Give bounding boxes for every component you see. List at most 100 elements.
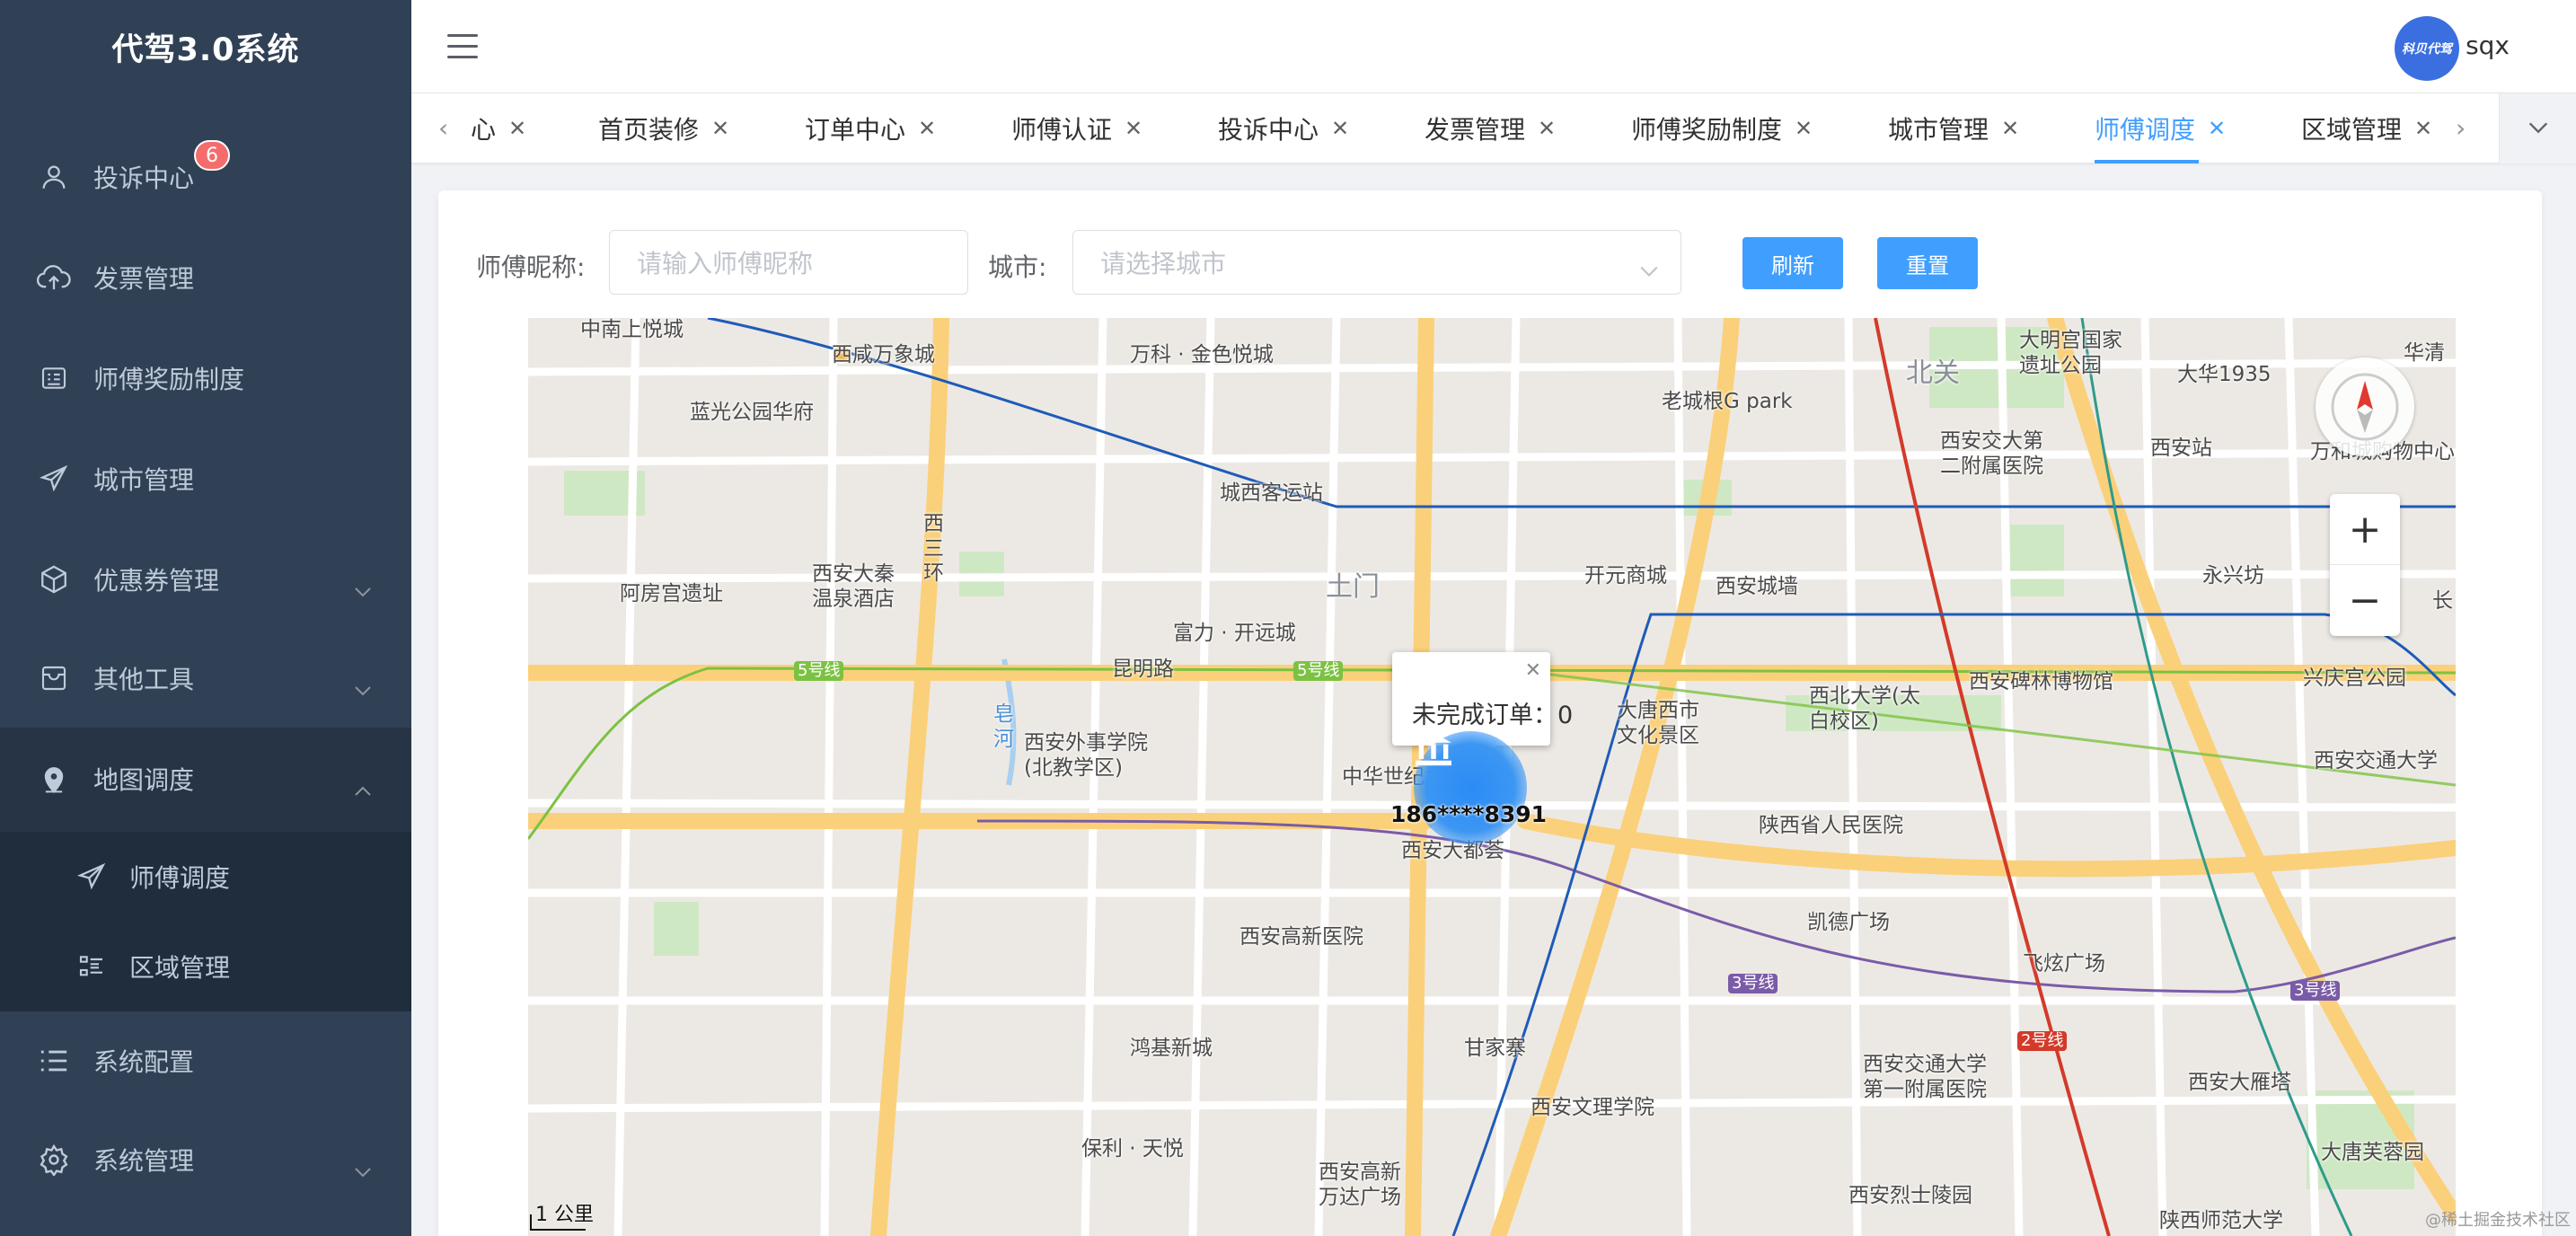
- tab-item[interactable]: 师傅认证 ✕: [1011, 93, 1142, 163]
- nickname-input[interactable]: 请输入师傅昵称: [609, 230, 968, 295]
- send-icon: [36, 461, 72, 497]
- map-scale: 1 公里: [530, 1198, 594, 1231]
- zoom-out-button[interactable]: −: [2330, 565, 2400, 636]
- zoom-in-button[interactable]: +: [2330, 494, 2400, 565]
- tab-item[interactable]: 城市管理 ✕: [1888, 93, 2019, 163]
- close-icon[interactable]: ✕: [2208, 116, 2226, 141]
- map-label: 陕西师范大学: [2159, 1209, 2283, 1232]
- app-title: 代驾3.0系统: [111, 31, 300, 68]
- map-label: 西安大雁塔: [2188, 1071, 2291, 1094]
- chevron-left-icon[interactable]: ‹: [438, 113, 448, 143]
- location-icon: [36, 761, 72, 797]
- gear-icon: [36, 1142, 72, 1178]
- metro-line-tag: 5号线: [794, 661, 844, 681]
- chevron-down-icon: [354, 574, 372, 604]
- cloud-upload-icon: [36, 260, 72, 296]
- sidebar-item-system-management[interactable]: 系统管理: [0, 1110, 411, 1209]
- map-label: 永兴坊: [2202, 564, 2264, 587]
- top-header: 科贝代驾 sqx: [411, 0, 2576, 93]
- driver-marker[interactable]: [1414, 731, 1527, 844]
- tab-item[interactable]: 订单中心 ✕: [805, 93, 936, 163]
- map-label: 西咸万象城: [832, 343, 935, 366]
- close-icon[interactable]: ✕: [2001, 116, 2019, 141]
- tab-item[interactable]: 师傅奖励制度 ✕: [1631, 93, 1813, 163]
- chevron-right-icon[interactable]: ›: [2456, 113, 2466, 143]
- sidebar-item-label: 师傅奖励制度: [93, 365, 245, 394]
- sidebar-item-label: 其他工具: [93, 665, 195, 694]
- map-canvas[interactable]: 中南上悦城 西咸万象城 万科 · 金色悦城 老城根G park 北关 大明宫国家…: [528, 318, 2456, 1236]
- tab-item[interactable]: 首页装修 ✕: [598, 93, 729, 163]
- sidebar-item-map-dispatch[interactable]: 地图调度: [0, 729, 411, 828]
- sidebar-item-cities[interactable]: 城市管理: [0, 429, 411, 528]
- close-icon[interactable]: ✕: [1538, 116, 1556, 141]
- close-icon[interactable]: ✕: [2414, 116, 2432, 141]
- close-icon[interactable]: ✕: [1331, 116, 1349, 141]
- map-label: 土门: [1326, 571, 1380, 603]
- sidebar-item-label: 系统管理: [93, 1146, 195, 1176]
- close-icon[interactable]: ✕: [711, 116, 729, 141]
- tab-item[interactable]: 投诉中心 ✕: [1218, 93, 1349, 163]
- close-icon[interactable]: ✕: [1525, 659, 1541, 682]
- sidebar-item-rewards[interactable]: 师傅奖励制度: [0, 329, 411, 428]
- map-label: 西安烈士陵园: [1848, 1184, 1972, 1207]
- reset-button[interactable]: 重置: [1877, 237, 1978, 289]
- close-icon[interactable]: ✕: [918, 116, 936, 141]
- city-select[interactable]: 请选择城市: [1072, 230, 1681, 295]
- sidebar-item-label: 地图调度: [93, 765, 195, 795]
- close-icon[interactable]: ✕: [1795, 116, 1813, 141]
- nickname-label: 师傅昵称:: [476, 252, 586, 282]
- tab-label: 心: [471, 115, 497, 145]
- sidebar-item-coupons[interactable]: 优惠券管理: [0, 530, 411, 629]
- sidebar-item-area-management[interactable]: 区域管理: [0, 922, 411, 1011]
- map-label: 凯德广场: [1807, 911, 1890, 934]
- sidebar-item-system-config[interactable]: 系统配置: [0, 1011, 411, 1110]
- id-card-icon: [36, 360, 72, 396]
- metro-line-tag: 3号线: [1728, 974, 1778, 993]
- sidebar-item-label: 优惠券管理: [93, 566, 220, 596]
- map-label: 蓝光公园华府: [690, 401, 814, 424]
- tabs-dropdown-button[interactable]: [2499, 93, 2576, 163]
- map-label: 西安交大第二附属医院: [1940, 429, 2043, 478]
- driver-phone-label: 186****8391: [1390, 801, 1548, 827]
- user-icon: [36, 159, 72, 195]
- close-icon[interactable]: ✕: [1125, 116, 1142, 141]
- chevron-down-icon: [354, 1154, 372, 1184]
- map-label: 甘家寨: [1464, 1037, 1526, 1060]
- compass-control[interactable]: [2316, 358, 2414, 456]
- sidebar-item-complaints[interactable]: 投诉中心 6: [0, 128, 411, 226]
- box-icon: [36, 561, 72, 597]
- nickname-placeholder: 请输入师傅昵称: [637, 249, 814, 278]
- username[interactable]: sqx: [2466, 31, 2510, 60]
- map-label: 阿房宫遗址: [620, 582, 723, 605]
- inbox-icon: [36, 660, 72, 696]
- map-label: 西安城墙: [1716, 575, 1798, 598]
- sidebar: 代驾3.0系统 投诉中心 6 发票管理 师傅奖励制度 城市管理 优惠券管理 其他…: [0, 0, 411, 1236]
- tab-item[interactable]: 发票管理 ✕: [1425, 93, 1556, 163]
- map-label: 中南上悦城: [580, 318, 684, 341]
- map-label: 西安交通大学: [2314, 749, 2438, 772]
- sidebar-item-invoices[interactable]: 发票管理: [0, 228, 411, 327]
- chevron-down-icon: [1639, 254, 1659, 284]
- sidebar-item-label: 发票管理: [93, 264, 195, 294]
- zoom-control: + −: [2330, 494, 2400, 636]
- sidebar-item-tools[interactable]: 其他工具: [0, 629, 411, 728]
- tab-item[interactable]: 区域管理 ✕: [2301, 93, 2432, 163]
- tab-label: 师傅奖励制度: [1631, 115, 1783, 145]
- map-label: 西安交通大学第一附属医院: [1863, 1053, 1987, 1101]
- map-label: 大唐西市文化景区: [1617, 699, 1699, 747]
- metro-line-tag: 3号线: [2290, 981, 2341, 1001]
- tab-label: 投诉中心: [1218, 115, 1319, 145]
- tab-item[interactable]: 心 ✕: [471, 93, 526, 163]
- compass-icon: [2331, 373, 2399, 441]
- sidebar-item-driver-dispatch[interactable]: 师傅调度: [0, 832, 411, 922]
- close-icon[interactable]: ✕: [508, 116, 526, 141]
- avatar[interactable]: 科贝代驾: [2395, 16, 2459, 81]
- map-label: 皂河: [993, 702, 1014, 751]
- hamburger-menu-icon[interactable]: [447, 34, 478, 61]
- tab-item-active[interactable]: 师傅调度 ✕: [2095, 93, 2226, 163]
- list-icon: [74, 949, 110, 984]
- sidebar-item-label: 系统配置: [93, 1047, 195, 1077]
- tab-bar: ‹ 心 ✕ 首页装修 ✕ 订单中心 ✕ 师傅认证 ✕ 投诉中心 ✕ 发票管理 ✕ 师傅奖励制…: [411, 93, 2576, 163]
- refresh-button[interactable]: 刷新: [1742, 237, 1843, 289]
- map-label: 西安大秦温泉酒店: [812, 562, 895, 611]
